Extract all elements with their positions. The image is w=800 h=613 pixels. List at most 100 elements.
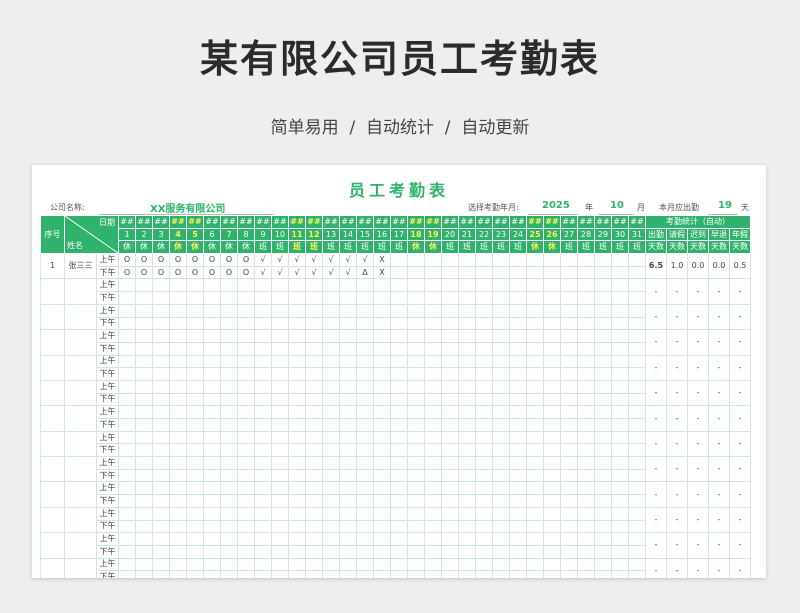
attendance-cell[interactable] bbox=[390, 570, 408, 578]
attendance-cell[interactable] bbox=[203, 329, 221, 343]
attendance-cell[interactable] bbox=[441, 544, 459, 559]
employee-name[interactable] bbox=[64, 481, 97, 508]
attendance-cell[interactable] bbox=[577, 341, 595, 356]
attendance-cell[interactable] bbox=[135, 278, 153, 293]
attendance-cell[interactable] bbox=[628, 392, 646, 407]
attendance-cell[interactable] bbox=[492, 379, 510, 394]
attendance-cell[interactable] bbox=[560, 405, 578, 419]
attendance-cell[interactable] bbox=[169, 570, 187, 578]
attendance-cell[interactable] bbox=[322, 532, 340, 546]
attendance-cell[interactable] bbox=[356, 519, 374, 534]
attendance-cell[interactable] bbox=[271, 532, 289, 546]
attendance-cell[interactable] bbox=[186, 430, 204, 445]
attendance-cell[interactable] bbox=[526, 494, 544, 508]
attendance-cell[interactable] bbox=[356, 468, 374, 483]
attendance-cell[interactable] bbox=[288, 341, 306, 356]
attendance-cell[interactable]: √ bbox=[339, 253, 357, 267]
attendance-cell[interactable] bbox=[475, 354, 493, 369]
attendance-cell[interactable] bbox=[135, 519, 153, 534]
attendance-cell[interactable] bbox=[577, 316, 595, 331]
attendance-cell[interactable] bbox=[577, 430, 595, 445]
attendance-cell[interactable] bbox=[271, 405, 289, 419]
attendance-cell[interactable] bbox=[594, 316, 612, 331]
attendance-cell[interactable] bbox=[509, 418, 527, 432]
attendance-cell[interactable] bbox=[135, 456, 153, 470]
company-value[interactable]: XX服务有限公司 bbox=[150, 200, 225, 215]
attendance-cell[interactable] bbox=[458, 253, 476, 267]
attendance-cell[interactable] bbox=[322, 329, 340, 343]
attendance-cell[interactable] bbox=[458, 291, 476, 305]
attendance-cell[interactable] bbox=[288, 481, 306, 496]
attendance-cell[interactable] bbox=[458, 278, 476, 293]
attendance-cell[interactable] bbox=[305, 392, 323, 407]
attendance-cell[interactable] bbox=[441, 468, 459, 483]
attendance-cell[interactable] bbox=[271, 544, 289, 559]
attendance-cell[interactable] bbox=[288, 303, 306, 318]
attendance-cell[interactable] bbox=[118, 329, 136, 343]
attendance-cell[interactable] bbox=[424, 532, 442, 546]
attendance-cell[interactable] bbox=[373, 468, 391, 483]
attendance-cell[interactable] bbox=[628, 494, 646, 508]
attendance-cell[interactable]: √ bbox=[339, 265, 357, 280]
attendance-cell[interactable] bbox=[441, 481, 459, 496]
attendance-cell[interactable] bbox=[543, 418, 561, 432]
attendance-cell[interactable] bbox=[475, 418, 493, 432]
attendance-cell[interactable] bbox=[407, 265, 425, 280]
attendance-cell[interactable] bbox=[458, 468, 476, 483]
attendance-cell[interactable] bbox=[441, 265, 459, 280]
attendance-cell[interactable] bbox=[543, 494, 561, 508]
attendance-cell[interactable] bbox=[611, 494, 629, 508]
attendance-cell[interactable] bbox=[577, 443, 595, 458]
attendance-cell[interactable] bbox=[611, 557, 629, 572]
attendance-cell[interactable] bbox=[152, 481, 170, 496]
attendance-cell[interactable] bbox=[492, 316, 510, 331]
attendance-cell[interactable]: √ bbox=[322, 253, 340, 267]
attendance-cell[interactable] bbox=[390, 265, 408, 280]
attendance-cell[interactable] bbox=[305, 544, 323, 559]
attendance-cell[interactable] bbox=[305, 519, 323, 534]
attendance-cell[interactable] bbox=[628, 418, 646, 432]
attendance-cell[interactable] bbox=[203, 481, 221, 496]
attendance-cell[interactable] bbox=[152, 316, 170, 331]
attendance-cell[interactable] bbox=[271, 341, 289, 356]
attendance-cell[interactable] bbox=[628, 341, 646, 356]
attendance-cell[interactable] bbox=[492, 494, 510, 508]
attendance-cell[interactable] bbox=[373, 303, 391, 318]
attendance-cell[interactable] bbox=[390, 456, 408, 470]
attendance-cell[interactable] bbox=[492, 329, 510, 343]
employee-name[interactable] bbox=[64, 278, 97, 305]
attendance-cell[interactable] bbox=[577, 303, 595, 318]
attendance-cell[interactable] bbox=[390, 430, 408, 445]
attendance-cell[interactable] bbox=[526, 316, 544, 331]
attendance-cell[interactable] bbox=[543, 341, 561, 356]
attendance-cell[interactable] bbox=[611, 379, 629, 394]
attendance-cell[interactable] bbox=[424, 430, 442, 445]
attendance-cell[interactable] bbox=[118, 316, 136, 331]
attendance-cell[interactable] bbox=[458, 557, 476, 572]
attendance-cell[interactable] bbox=[271, 443, 289, 458]
attendance-cell[interactable] bbox=[186, 291, 204, 305]
attendance-cell[interactable] bbox=[322, 519, 340, 534]
attendance-cell[interactable] bbox=[560, 367, 578, 381]
attendance-cell[interactable] bbox=[356, 494, 374, 508]
attendance-cell[interactable] bbox=[135, 506, 153, 521]
attendance-cell[interactable] bbox=[611, 506, 629, 521]
year-value[interactable]: 2025 bbox=[542, 200, 570, 211]
attendance-cell[interactable]: √ bbox=[271, 253, 289, 267]
attendance-cell[interactable] bbox=[152, 443, 170, 458]
attendance-cell[interactable] bbox=[118, 367, 136, 381]
attendance-cell[interactable] bbox=[424, 253, 442, 267]
attendance-cell[interactable] bbox=[611, 265, 629, 280]
attendance-cell[interactable] bbox=[135, 430, 153, 445]
attendance-cell[interactable] bbox=[577, 379, 595, 394]
attendance-cell[interactable] bbox=[594, 519, 612, 534]
attendance-cell[interactable] bbox=[475, 544, 493, 559]
attendance-cell[interactable] bbox=[628, 379, 646, 394]
attendance-cell[interactable] bbox=[305, 430, 323, 445]
attendance-cell[interactable] bbox=[458, 303, 476, 318]
attendance-cell[interactable] bbox=[543, 481, 561, 496]
attendance-cell[interactable] bbox=[475, 253, 493, 267]
attendance-cell[interactable] bbox=[543, 316, 561, 331]
attendance-cell[interactable] bbox=[628, 329, 646, 343]
attendance-cell[interactable] bbox=[135, 570, 153, 578]
